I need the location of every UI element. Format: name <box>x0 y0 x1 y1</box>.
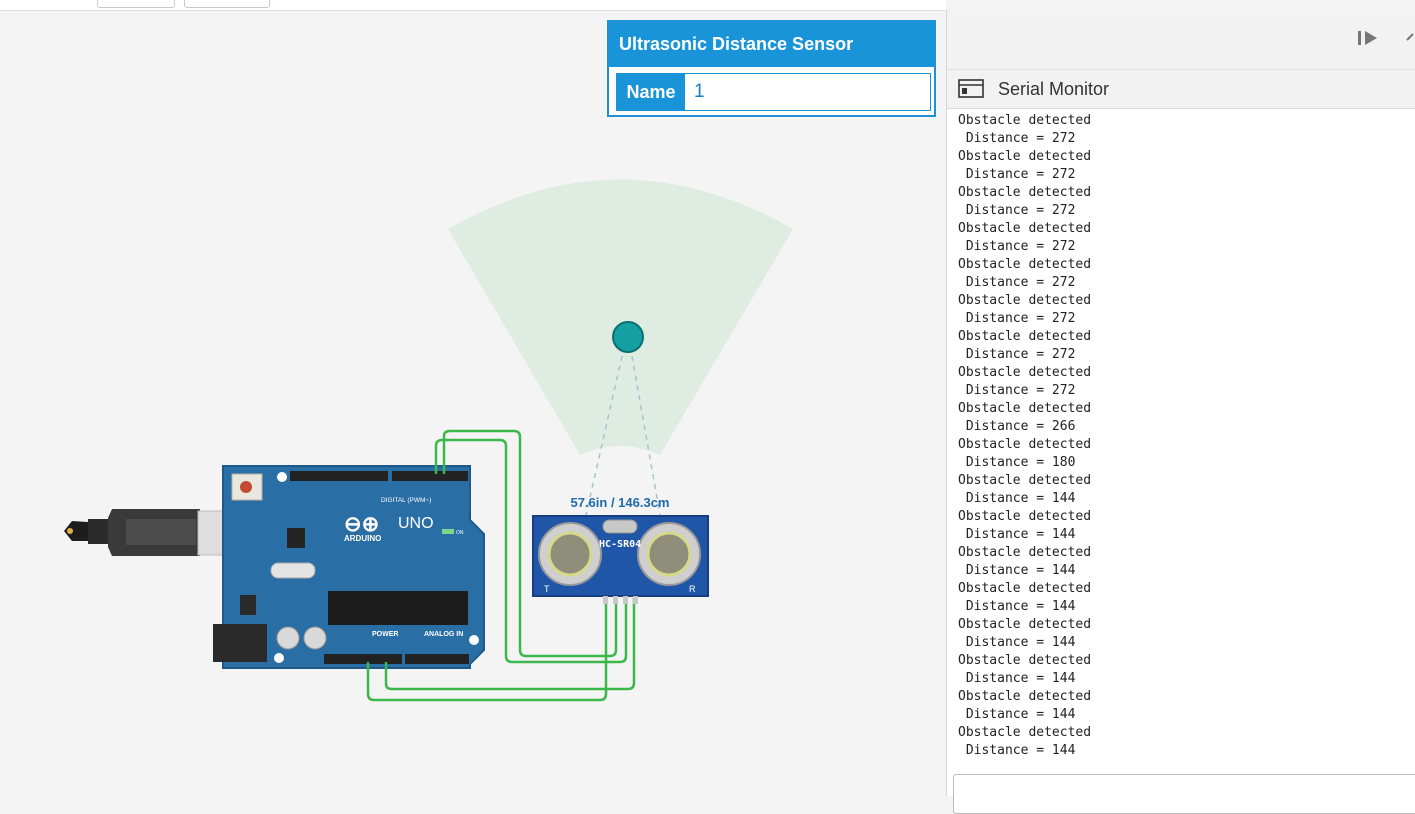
serial-monitor-panel: Serial Monitor Obstacle detected Distanc… <box>946 10 1415 814</box>
serial-line: Obstacle detected <box>958 653 1092 668</box>
circuit-canvas[interactable]: ⊖⊕ ARDUINO UNO DIGITAL (PWM~) POWER ANAL… <box>0 11 946 796</box>
svg-text:R: R <box>689 584 696 594</box>
toolbar-button-2[interactable] <box>184 0 270 8</box>
serial-monitor-title: Serial Monitor <box>998 79 1110 99</box>
serial-line: Distance = 272 <box>958 383 1076 398</box>
serial-line: Distance = 272 <box>958 167 1076 182</box>
panel-toolbar <box>947 10 1415 70</box>
sensor-range-cone <box>448 179 793 455</box>
serial-line: Distance = 272 <box>958 131 1076 146</box>
serial-line: Obstacle detected <box>958 509 1092 524</box>
serial-line: Obstacle detected <box>958 329 1092 344</box>
serial-line: Obstacle detected <box>958 113 1092 128</box>
board-power-label: POWER <box>372 631 398 638</box>
top-toolbar <box>0 0 946 11</box>
serial-line: Obstacle detected <box>958 545 1092 560</box>
name-field-row: Name 1 <box>616 73 931 111</box>
serial-line: Distance = 272 <box>958 347 1076 362</box>
serial-line: Distance = 272 <box>958 203 1076 218</box>
properties-panel: Ultrasonic Distance Sensor Name 1 <box>607 20 936 117</box>
name-label: Name <box>617 74 685 110</box>
serial-line: Obstacle detected <box>958 221 1092 236</box>
serial-line: Obstacle detected <box>958 257 1092 272</box>
serial-output: Obstacle detected Distance = 272 Obstacle… <box>958 112 1408 768</box>
board-digital-label: DIGITAL (PWM~) <box>381 497 431 504</box>
name-input[interactable]: 1 <box>685 74 930 110</box>
collapse-icon[interactable] <box>1405 28 1415 48</box>
serial-line: Distance = 144 <box>958 743 1076 758</box>
serial-line: Distance = 272 <box>958 239 1076 254</box>
serial-line: Obstacle detected <box>958 725 1092 740</box>
arduino-uno-board[interactable]: ⊖⊕ ARDUINO UNO DIGITAL (PWM~) POWER ANAL… <box>213 465 485 669</box>
serial-line: Obstacle detected <box>958 185 1092 200</box>
serial-line: Obstacle detected <box>958 689 1092 704</box>
serial-input[interactable] <box>953 774 1415 814</box>
step-icon[interactable] <box>1357 28 1379 48</box>
serial-line: Distance = 144 <box>958 599 1076 614</box>
board-analog-label: ANALOG IN <box>424 631 463 638</box>
serial-line: Distance = 144 <box>958 527 1076 542</box>
board-brand: ARDUINO <box>344 534 381 543</box>
serial-line: Distance = 272 <box>958 311 1076 326</box>
serial-line: Distance = 180 <box>958 455 1076 470</box>
serial-line: Obstacle detected <box>958 401 1092 416</box>
circuit-drawing: ⊖⊕ ARDUINO UNO DIGITAL (PWM~) POWER ANAL… <box>64 179 793 702</box>
serial-line: Obstacle detected <box>958 437 1092 452</box>
board-on-label: ON <box>456 530 464 536</box>
arduino-infinity-logo: ⊖⊕ <box>344 513 379 536</box>
serial-line: Distance = 144 <box>958 671 1076 686</box>
serial-line: Obstacle detected <box>958 149 1092 164</box>
monitor-icon <box>958 79 984 98</box>
serial-line: Distance = 266 <box>958 419 1076 434</box>
serial-line: Obstacle detected <box>958 365 1092 380</box>
toolbar-button-1[interactable] <box>97 0 175 8</box>
serial-line: Distance = 144 <box>958 563 1076 578</box>
board-model: UNO <box>398 515 434 532</box>
serial-line: Obstacle detected <box>958 617 1092 632</box>
serial-line: Obstacle detected <box>958 581 1092 596</box>
serial-monitor-header: Serial Monitor <box>947 70 1415 109</box>
serial-line: Obstacle detected <box>958 473 1092 488</box>
serial-line: Distance = 272 <box>958 275 1076 290</box>
serial-line: Distance = 144 <box>958 707 1076 722</box>
svg-text:T: T <box>544 584 550 594</box>
serial-line: Distance = 144 <box>958 491 1076 506</box>
distance-readout: 57.6in / 146.3cm <box>570 495 669 510</box>
properties-title: Ultrasonic Distance Sensor <box>609 22 934 67</box>
hc-sr04-sensor[interactable]: HC-SR04 T R <box>532 515 709 604</box>
serial-line: Obstacle detected <box>958 293 1092 308</box>
sensor-model-label: HC-SR04 <box>599 539 641 550</box>
serial-line: Distance = 144 <box>958 635 1076 650</box>
target-object[interactable] <box>612 321 644 353</box>
